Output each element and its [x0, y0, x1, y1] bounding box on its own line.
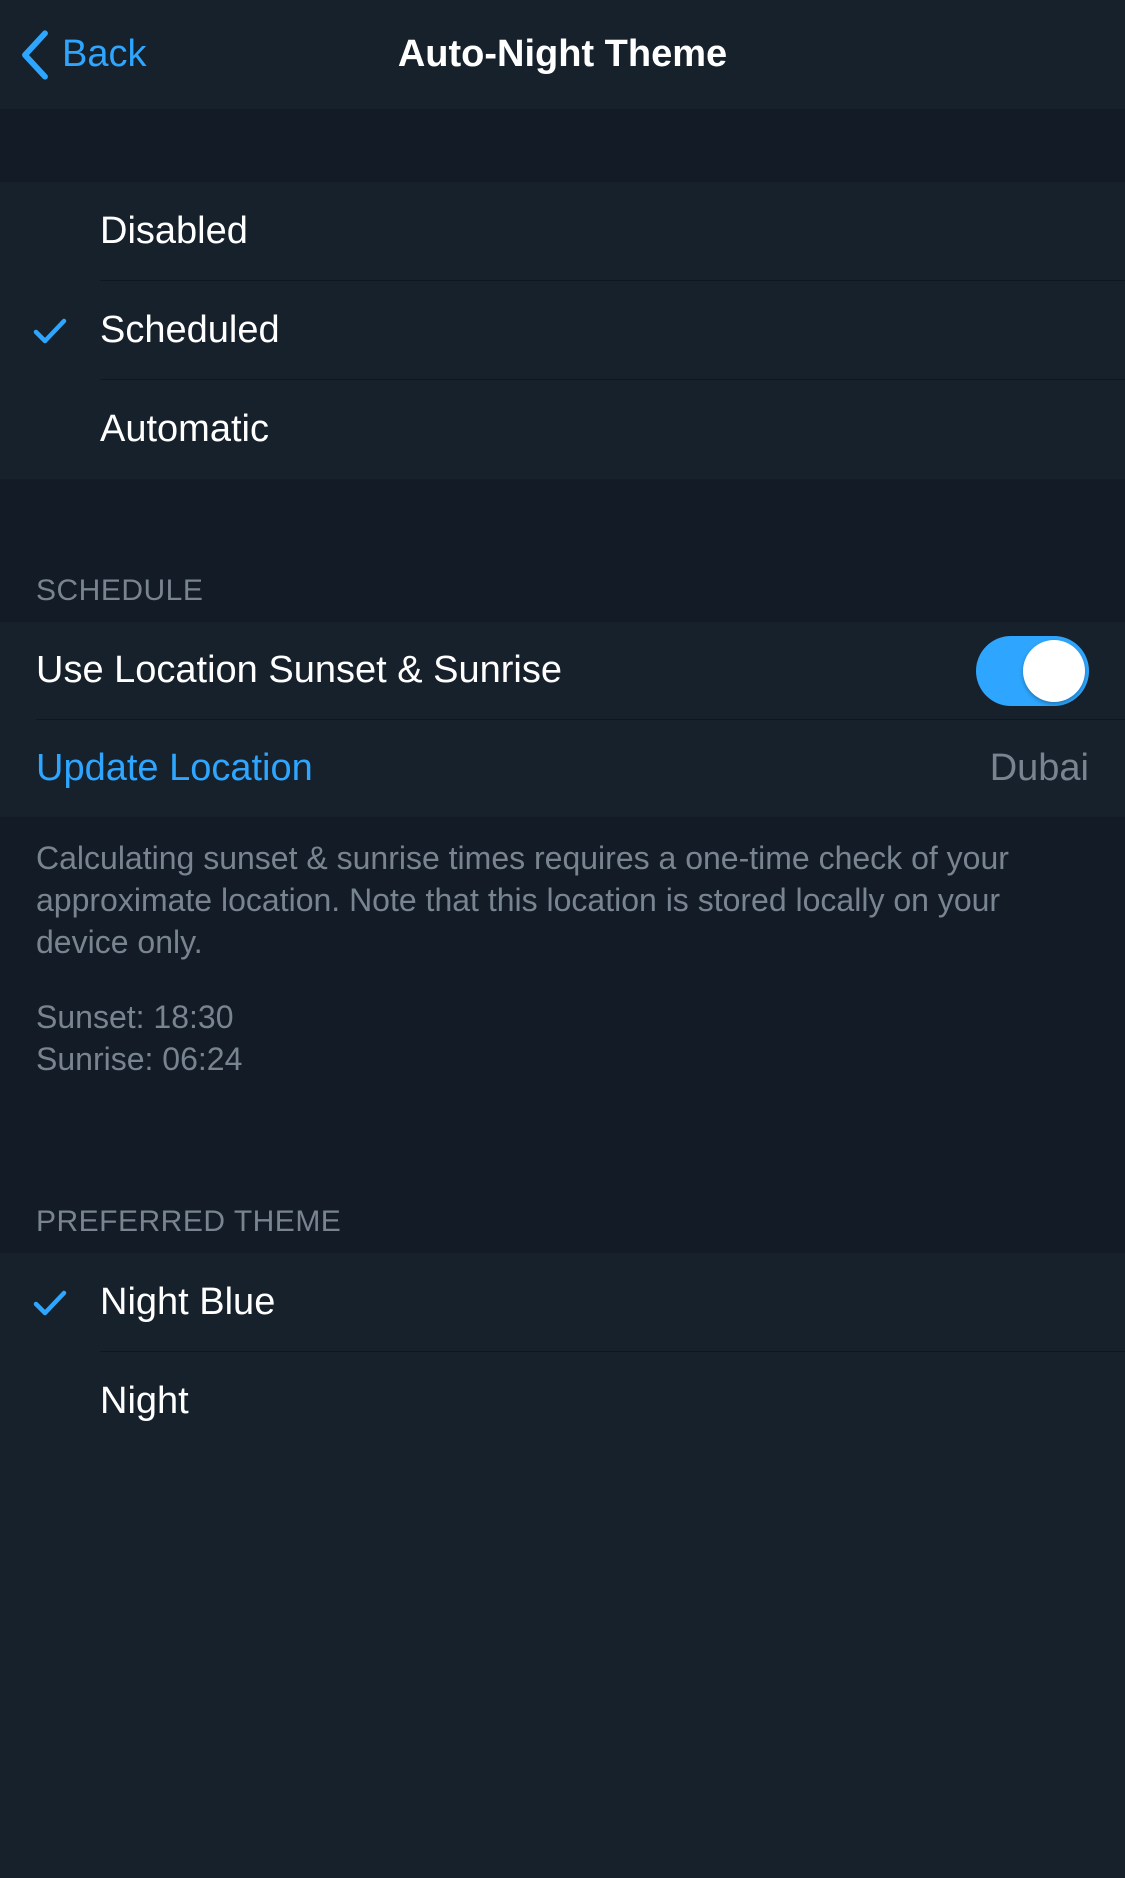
check-column — [0, 317, 100, 345]
theme-option-label: Night — [100, 1380, 1125, 1423]
mode-option-automatic[interactable]: Automatic — [0, 380, 1125, 479]
theme-option-night[interactable]: Night — [0, 1352, 1125, 1451]
theme-option-label: Night Blue — [100, 1281, 1125, 1324]
navigation-bar: Back Auto-Night Theme — [0, 0, 1125, 110]
sunset-line: Sunset: 18:30 — [36, 996, 1089, 1038]
chevron-left-icon — [18, 30, 52, 80]
checkmark-icon — [33, 1289, 67, 1317]
sunrise-line: Sunrise: 06:24 — [36, 1038, 1089, 1080]
theme-option-night-blue[interactable]: Night Blue — [0, 1253, 1125, 1352]
preferred-theme-group: Night Blue Night — [0, 1253, 1125, 1451]
preferred-theme-header: PREFERRED THEME — [0, 1110, 1125, 1253]
page-title: Auto-Night Theme — [398, 33, 727, 76]
mode-option-label: Automatic — [100, 408, 1125, 451]
back-label: Back — [62, 33, 146, 76]
schedule-footer: Calculating sunset & sunrise times requi… — [0, 817, 1125, 1110]
toggle-knob — [1023, 640, 1085, 702]
mode-option-label: Scheduled — [100, 309, 1125, 352]
footer-description: Calculating sunset & sunrise times requi… — [36, 837, 1089, 964]
mode-selection-group: Disabled Scheduled Automatic — [0, 182, 1125, 479]
location-value: Dubai — [990, 747, 1089, 790]
schedule-group: Use Location Sunset & Sunrise Update Loc… — [0, 622, 1125, 817]
mode-option-scheduled[interactable]: Scheduled — [0, 281, 1125, 380]
schedule-section-header: SCHEDULE — [0, 479, 1125, 622]
checkmark-icon — [33, 317, 67, 345]
use-location-toggle[interactable] — [976, 636, 1089, 706]
back-button[interactable]: Back — [18, 0, 146, 109]
use-location-row[interactable]: Use Location Sunset & Sunrise — [0, 622, 1125, 719]
section-spacer — [0, 110, 1125, 182]
use-location-label: Use Location Sunset & Sunrise — [36, 649, 976, 692]
check-column — [0, 1289, 100, 1317]
mode-option-label: Disabled — [100, 210, 1125, 253]
update-location-row[interactable]: Update Location Dubai — [0, 720, 1125, 817]
update-location-label: Update Location — [36, 747, 990, 790]
mode-option-disabled[interactable]: Disabled — [0, 182, 1125, 281]
